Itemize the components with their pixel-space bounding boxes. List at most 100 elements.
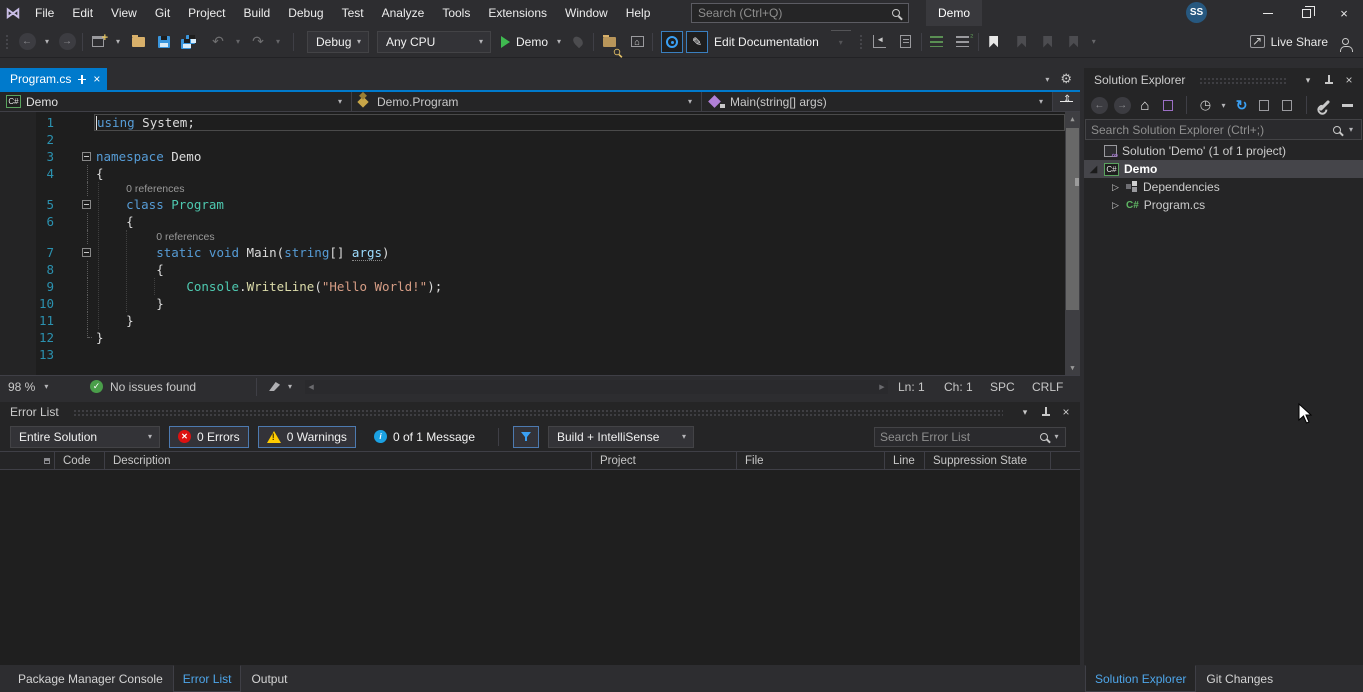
code-text[interactable]: { xyxy=(94,213,1065,230)
code-text[interactable] xyxy=(94,131,1065,148)
fold-collapse-icon[interactable] xyxy=(82,152,91,161)
project-dropdown[interactable]: C# Demo ▾ xyxy=(0,92,352,111)
code-text[interactable]: } xyxy=(94,295,1065,312)
tab-list-dropdown-icon[interactable]: ▾ xyxy=(1042,75,1052,84)
tab-program-cs[interactable]: Program.cs × xyxy=(0,68,107,90)
scroll-left-icon[interactable]: ◀ xyxy=(305,380,317,394)
minimize-button[interactable] xyxy=(1249,0,1287,26)
bottom-tab-output[interactable]: Output xyxy=(241,665,297,692)
fold-collapse-icon[interactable] xyxy=(82,248,91,257)
back-button[interactable]: ← xyxy=(1090,95,1109,115)
references-codelens[interactable]: 0 references xyxy=(126,183,184,195)
split-editor-button[interactable] xyxy=(1053,92,1080,111)
zoom-control[interactable]: 98 % ▾ xyxy=(0,380,66,394)
collapse-all-button[interactable] xyxy=(1255,95,1274,115)
start-debugging-button[interactable]: Demo ▾ xyxy=(501,30,564,54)
code-text[interactable]: } xyxy=(94,329,1065,346)
menu-window[interactable]: Window xyxy=(556,0,617,26)
fold-collapse-icon[interactable] xyxy=(82,200,91,209)
solution-explorer-search-box[interactable]: ▾ xyxy=(1085,119,1362,140)
redo-button[interactable]: ↷ xyxy=(248,30,268,54)
warnings-filter-button[interactable]: 0 Warnings xyxy=(258,426,356,448)
error-list-title-bar[interactable]: Error List ▾ × xyxy=(0,402,1080,422)
errors-filter-button[interactable]: ✕ 0 Errors xyxy=(169,426,249,448)
switch-views-button[interactable] xyxy=(1158,95,1177,115)
scope-filter-combo[interactable]: Entire Solution ▾ xyxy=(10,426,160,448)
messages-filter-button[interactable]: i 0 of 1 Message xyxy=(365,426,484,448)
platform-combo[interactable]: Any CPU ▾ xyxy=(377,31,491,53)
scroll-up-icon[interactable]: ▲ xyxy=(1065,112,1080,126)
scroll-down-icon[interactable]: ▼ xyxy=(1065,361,1080,375)
bottom-tab-solution-explorer[interactable]: Solution Explorer xyxy=(1085,665,1196,692)
menu-git[interactable]: Git xyxy=(146,0,179,26)
menu-file[interactable]: File xyxy=(26,0,63,26)
menu-project[interactable]: Project xyxy=(179,0,234,26)
refresh-button[interactable]: ↻ xyxy=(1232,95,1251,115)
close-panel-icon[interactable]: × xyxy=(1058,405,1074,419)
tree-item-solution-demo-1-of-1-project[interactable]: Solution 'Demo' (1 of 1 project) xyxy=(1084,142,1363,160)
references-codelens[interactable]: 0 references xyxy=(156,231,214,243)
hot-reload-button[interactable] xyxy=(568,30,588,54)
menu-test[interactable]: Test xyxy=(333,0,373,26)
new-item-dropdown-icon[interactable]: ▾ xyxy=(108,30,128,54)
code-text[interactable]: { xyxy=(94,261,1065,278)
menu-edit[interactable]: Edit xyxy=(63,0,102,26)
code-text[interactable]: class Program xyxy=(94,196,1065,213)
codelens-text[interactable]: 0 references xyxy=(94,182,1065,196)
feedback-button[interactable] xyxy=(1342,30,1363,54)
live-share-button[interactable]: ↗ Live Share xyxy=(1250,35,1328,49)
type-dropdown[interactable]: Demo.Program ▾ xyxy=(352,92,702,111)
intellicode-toggle-button[interactable] xyxy=(661,31,683,53)
preview-selected-items-button[interactable] xyxy=(1338,95,1357,115)
document-outline-button[interactable] xyxy=(896,30,916,54)
show-all-files-button[interactable] xyxy=(1278,95,1297,115)
scroll-right-icon[interactable]: ▶ xyxy=(876,380,888,394)
uncomment-lines-button[interactable] xyxy=(953,30,973,54)
column-header-suppression-state[interactable]: Suppression State xyxy=(925,452,1051,469)
comment-lines-button[interactable] xyxy=(927,30,947,54)
undo-button[interactable]: ↶ xyxy=(208,30,228,54)
configuration-combo[interactable]: Debug ▾ xyxy=(307,31,369,53)
horizontal-scrollbar[interactable]: ◀ ▶ xyxy=(305,380,888,394)
column-header-code[interactable]: Code xyxy=(55,452,105,469)
quick-search-input[interactable] xyxy=(692,6,892,20)
code-text[interactable]: namespace Demo xyxy=(94,148,1065,165)
find-in-files-button[interactable] xyxy=(599,30,619,54)
new-project-button[interactable] xyxy=(88,30,108,54)
bottom-tab-error-list[interactable]: Error List xyxy=(173,665,242,692)
editor-options-gear-icon[interactable]: ⚙ xyxy=(1060,71,1072,87)
error-list-search-input[interactable] xyxy=(880,430,1035,444)
bookmarks-dropdown-icon[interactable]: ▾ xyxy=(1084,30,1104,54)
column-header-project[interactable]: Project xyxy=(592,452,737,469)
code-text[interactable]: Console.WriteLine("Hello World!"); xyxy=(94,278,1065,295)
code-cleanup-dropdown-icon[interactable]: ▾ xyxy=(285,382,295,391)
forward-button[interactable]: → xyxy=(1113,95,1132,115)
tree-expander-icon[interactable]: ▷ xyxy=(1110,182,1121,193)
column-header-description[interactable]: Description xyxy=(105,452,592,469)
code-text[interactable]: using System; xyxy=(94,114,1065,131)
menu-build[interactable]: Build xyxy=(235,0,280,26)
bottom-tab-package-manager-console[interactable]: Package Manager Console xyxy=(8,665,173,692)
code-cleanup-icon[interactable] xyxy=(269,382,280,391)
tree-expander-icon[interactable]: ◢ xyxy=(1088,164,1099,175)
health-status-text[interactable]: No issues found xyxy=(110,380,196,394)
window-position-dropdown-icon[interactable]: ▾ xyxy=(1017,407,1033,418)
toolbar-grip[interactable] xyxy=(859,34,864,50)
save-button[interactable] xyxy=(154,30,174,54)
code-text[interactable] xyxy=(94,346,1065,363)
panel-grip[interactable] xyxy=(1199,77,1286,84)
navigate-forward-button[interactable]: → xyxy=(57,30,77,54)
tree-item-program-cs[interactable]: ▷C#Program.cs xyxy=(1084,196,1363,214)
navigate-back-dropdown-icon[interactable]: ▾ xyxy=(37,30,57,54)
toolbar-overflow-button[interactable]: ▾ xyxy=(831,30,851,54)
pin-panel-icon[interactable] xyxy=(1324,75,1333,85)
menu-debug[interactable]: Debug xyxy=(279,0,332,26)
save-all-button[interactable] xyxy=(178,30,198,54)
previous-bookmark-button[interactable] xyxy=(1012,30,1032,54)
close-tab-icon[interactable]: × xyxy=(93,72,100,86)
go-to-definition-button[interactable] xyxy=(870,30,890,54)
menu-view[interactable]: View xyxy=(102,0,146,26)
filter-button[interactable] xyxy=(513,426,539,448)
error-list-body[interactable] xyxy=(0,470,1080,665)
source-filter-combo[interactable]: Build + IntelliSense ▾ xyxy=(548,426,694,448)
